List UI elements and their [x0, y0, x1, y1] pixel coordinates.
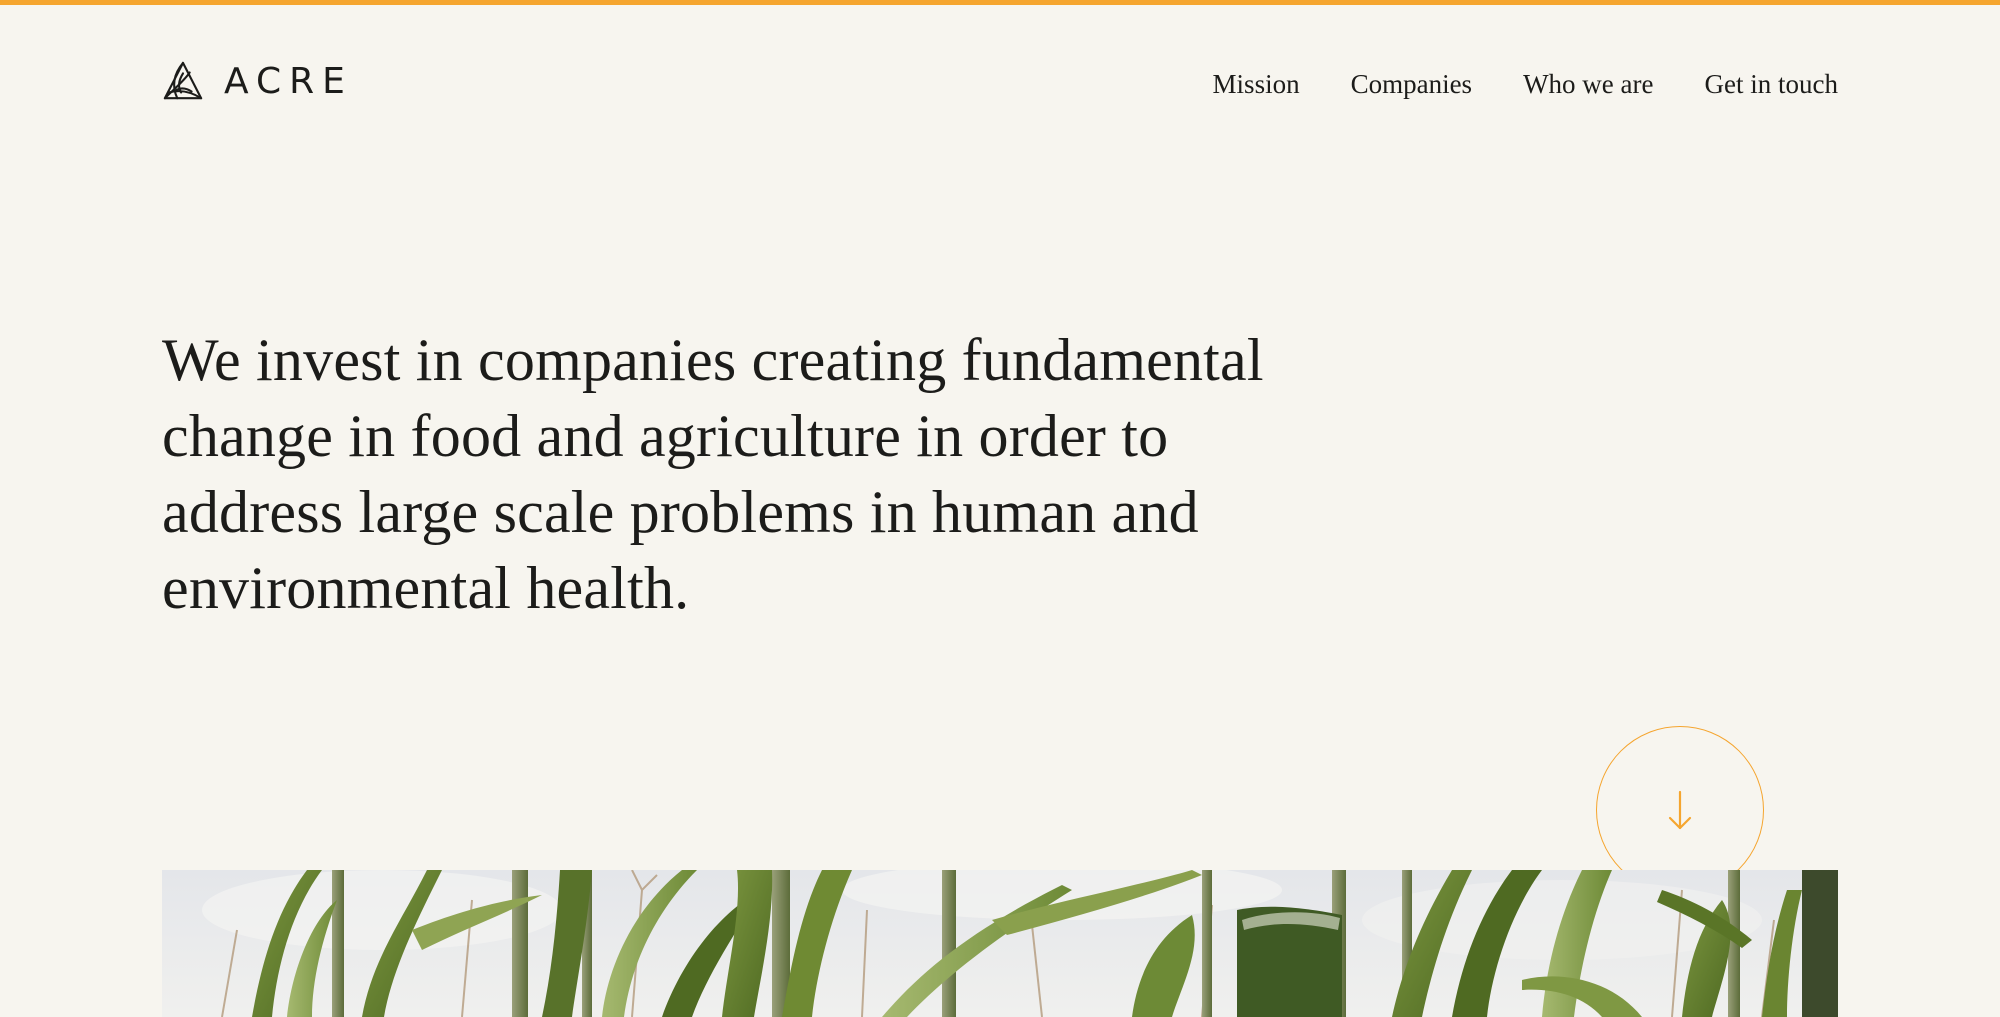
scroll-down-button[interactable] — [1596, 726, 1764, 894]
corn-field-photo — [162, 870, 1838, 1017]
acre-logo-icon — [163, 61, 203, 100]
arrow-down-icon — [1668, 790, 1692, 830]
main-nav: Mission Companies Who we are Get in touc… — [1213, 64, 1838, 104]
nav-companies[interactable]: Companies — [1351, 64, 1473, 104]
nav-mission[interactable]: Mission — [1213, 64, 1300, 104]
hero-headline: We invest in companies creating fundamen… — [162, 327, 1264, 621]
top-accent-bar — [0, 0, 2000, 5]
site-header: ACRE Mission Companies Who we are Get in… — [162, 58, 1838, 108]
nav-who-we-are[interactable]: Who we are — [1523, 64, 1653, 104]
nav-get-in-touch[interactable]: Get in touch — [1705, 64, 1838, 104]
logo-link[interactable]: ACRE — [162, 60, 353, 104]
logo-wordmark: ACRE — [224, 61, 353, 102]
